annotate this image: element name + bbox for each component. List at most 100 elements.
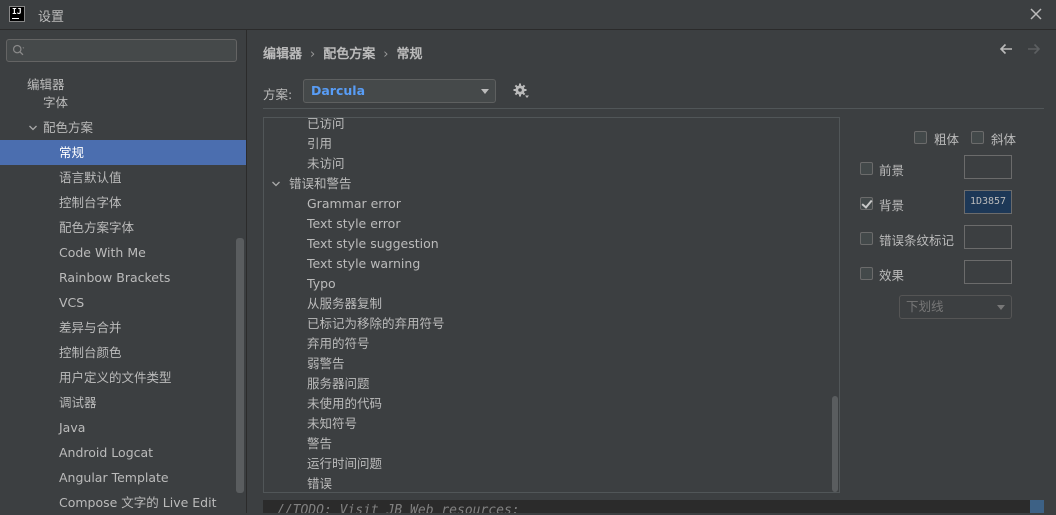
breadcrumb: 编辑器 › 配色方案 › 常规 (263, 43, 422, 62)
scheme-label: 方案: (263, 87, 293, 102)
breadcrumb-separator-icon: › (310, 47, 316, 62)
header-separator (263, 108, 1044, 109)
settings-sidebar: 编辑器 字体 配色方案 常规 语言默认值 控制台字体 配色方案字体 Code W… (0, 30, 246, 513)
attribute-item[interactable]: 警告 (307, 434, 332, 454)
error-stripe-checkbox[interactable] (860, 232, 873, 245)
breadcrumb-separator-icon: › (383, 47, 389, 62)
tree-item-color-scheme[interactable]: 配色方案 (0, 115, 246, 140)
bold-label: 粗体 (934, 132, 960, 147)
tree-item-label: 常规 (59, 145, 85, 160)
tree-item-console-colors[interactable]: 控制台颜色 (0, 340, 246, 365)
bold-checkbox[interactable] (914, 131, 927, 144)
settings-content: 编辑器 › 配色方案 › 常规 方案: Darcula 已访问 引用 未访问 错… (247, 30, 1056, 513)
attribute-item[interactable]: Grammar error (307, 194, 401, 214)
tree-item-diff-merge[interactable]: 差异与合并 (0, 315, 246, 340)
tree-item-label: 用户定义的文件类型 (59, 370, 172, 385)
attribute-item[interactable]: 未知符号 (307, 414, 357, 434)
tree-item-console-font[interactable]: 控制台字体 (0, 190, 246, 215)
breadcrumb-item: 编辑器 (263, 47, 303, 62)
window-title: 设置 (38, 10, 65, 25)
tree-item-angular-template[interactable]: Angular Template (0, 465, 246, 490)
attributes-tree[interactable]: 已访问 引用 未访问 错误和警告 Grammar error Text styl… (263, 117, 840, 493)
breadcrumb-item: 配色方案 (323, 47, 376, 62)
attribute-item[interactable]: Text style suggestion (307, 234, 439, 254)
title-bar: IJ 设置 (0, 0, 1056, 30)
tree-item-vcs[interactable]: VCS (0, 290, 246, 315)
tree-item-label: Rainbow Brackets (59, 270, 171, 285)
tree-item-font[interactable]: 字体 (0, 90, 246, 115)
foreground-label: 前景 (879, 163, 905, 178)
tree-item-compose-live-edit[interactable]: Compose 文字的 Live Edit (0, 490, 246, 515)
scheme-selected-value: Darcula (311, 83, 366, 98)
sidebar-scrollbar[interactable] (236, 238, 244, 493)
effect-type-dropdown[interactable]: 下划线 (899, 295, 1012, 319)
effects-checkbox[interactable] (860, 267, 873, 280)
tree-item-label: 配色方案 (43, 120, 94, 135)
attribute-item[interactable]: 服务器问题 (307, 374, 370, 394)
tree-item-general[interactable]: 常规 (0, 140, 246, 165)
scheme-dropdown[interactable]: Darcula (303, 79, 496, 103)
attribute-item[interactable]: 已标记为移除的弃用符号 (307, 314, 445, 334)
attribute-item[interactable]: 错误 (307, 474, 332, 492)
tree-item-scheme-font[interactable]: 配色方案字体 (0, 215, 246, 240)
attributes-scrollbar[interactable] (832, 396, 838, 492)
attribute-item[interactable]: Text style error (307, 214, 400, 234)
tree-item-label: Code With Me (59, 245, 146, 260)
attribute-item[interactable]: Typo (307, 274, 336, 294)
tree-item-label: 控制台颜色 (59, 345, 122, 360)
error-stripe-label: 错误条纹标记 (879, 233, 955, 248)
tree-item-label: 控制台字体 (59, 195, 122, 210)
tree-item-label: Android Logcat (59, 445, 154, 460)
italic-label: 斜体 (991, 132, 1017, 147)
gear-icon[interactable] (512, 82, 530, 100)
tree-item-rainbow-brackets[interactable]: Rainbow Brackets (0, 265, 246, 290)
preview-error-stripe (1030, 500, 1044, 513)
chevron-down-icon[interactable] (271, 179, 281, 189)
preview-code-line: //TODO: Visit JB Web resources: (277, 503, 520, 513)
close-button[interactable] (1026, 4, 1046, 24)
background-checkbox[interactable] (860, 197, 873, 210)
tree-item-label: Compose 文字的 Live Edit (59, 495, 217, 510)
search-icon (12, 44, 25, 56)
background-color-swatch[interactable]: 1D3857 (964, 190, 1012, 214)
attribute-item[interactable]: 从服务器复制 (307, 294, 382, 314)
foreground-color-swatch[interactable] (964, 155, 1012, 179)
settings-search-input[interactable] (6, 39, 237, 62)
code-preview[interactable]: //TODO: Visit JB Web resources: (263, 500, 1044, 513)
attribute-group-errors-warnings[interactable]: 错误和警告 (289, 174, 352, 194)
intellij-logo-icon: IJ (9, 6, 25, 22)
tree-item-android-logcat[interactable]: Android Logcat (0, 440, 246, 465)
close-icon (1030, 8, 1042, 20)
attribute-item[interactable]: Text style warning (307, 254, 420, 274)
attribute-item[interactable]: 未访问 (307, 154, 345, 174)
tree-item-label: 配色方案字体 (59, 220, 135, 235)
attribute-item[interactable]: 已访问 (307, 118, 345, 134)
tree-item-label: Angular Template (59, 470, 169, 485)
chevron-down-icon[interactable] (28, 123, 38, 133)
tree-item-debugger[interactable]: 调试器 (0, 390, 246, 415)
tree-item-label: Java (59, 420, 86, 435)
error-stripe-color-swatch[interactable] (964, 225, 1012, 249)
italic-checkbox[interactable] (971, 131, 984, 144)
attribute-item[interactable]: 引用 (307, 134, 332, 154)
tree-item-language-defaults[interactable]: 语言默认值 (0, 165, 246, 190)
attribute-item[interactable]: 弃用的符号 (307, 334, 370, 354)
forward-arrow-icon[interactable] (1026, 41, 1042, 57)
attribute-item[interactable]: 未使用的代码 (307, 394, 382, 414)
effects-color-swatch[interactable] (964, 260, 1012, 284)
tree-item-label: 调试器 (59, 395, 97, 410)
dropdown-arrow-icon (481, 89, 489, 94)
effects-label: 效果 (879, 268, 905, 283)
foreground-checkbox[interactable] (860, 162, 873, 175)
effect-type-value: 下划线 (906, 299, 944, 314)
attribute-item[interactable]: 运行时间问题 (307, 454, 382, 474)
background-label: 背景 (879, 198, 905, 213)
tree-item-java[interactable]: Java (0, 415, 246, 440)
tree-item-label: VCS (59, 295, 85, 310)
dropdown-arrow-icon (997, 305, 1005, 310)
tree-item-user-file-types[interactable]: 用户定义的文件类型 (0, 365, 246, 390)
tree-item-label: 语言默认值 (59, 170, 122, 185)
tree-item-code-with-me[interactable]: Code With Me (0, 240, 246, 265)
attribute-item[interactable]: 弱警告 (307, 354, 345, 374)
back-arrow-icon[interactable] (998, 41, 1014, 57)
